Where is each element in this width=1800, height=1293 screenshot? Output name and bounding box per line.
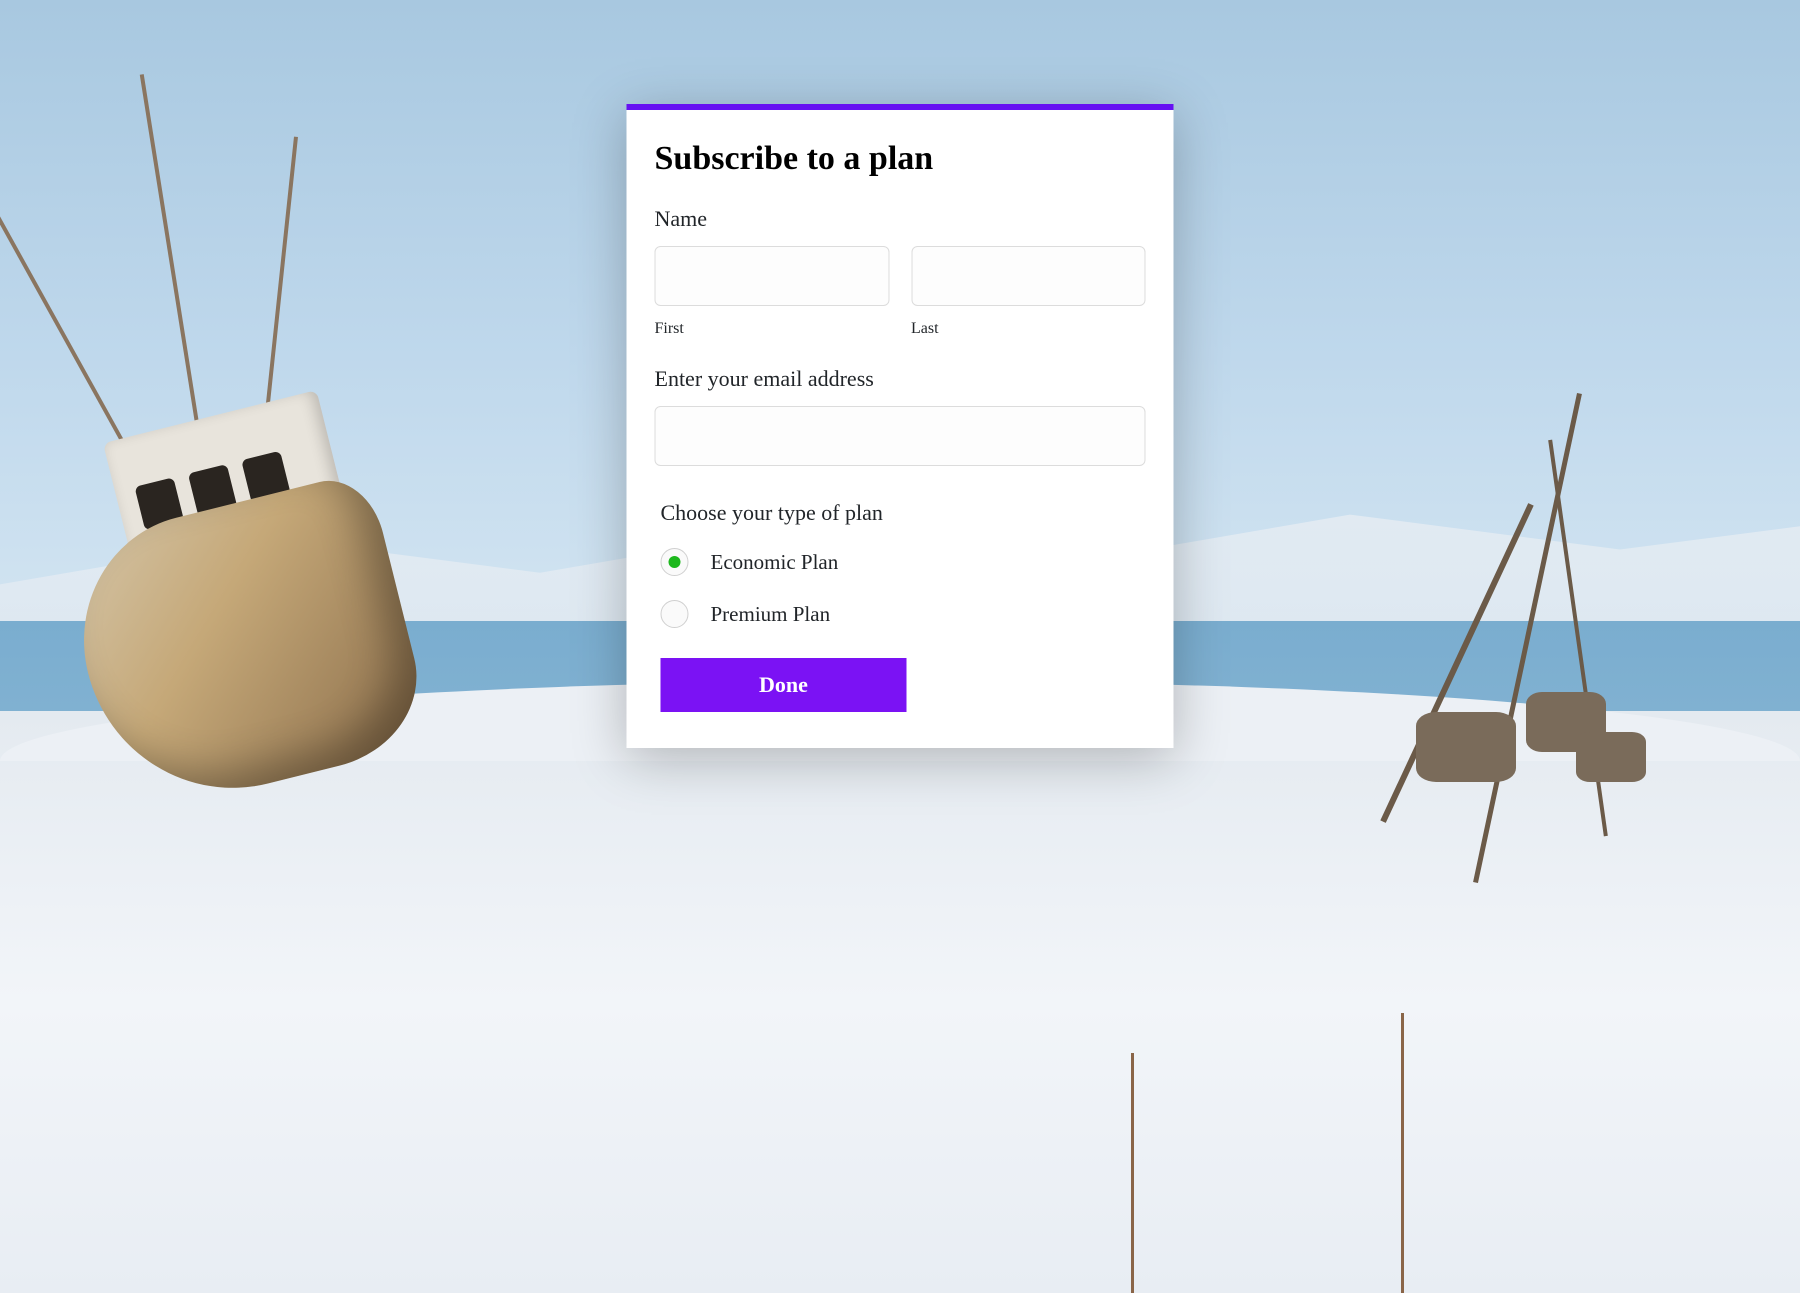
email-input[interactable] — [655, 406, 1146, 466]
radio-indicator-premium — [661, 600, 689, 628]
twig-illustration — [1401, 1013, 1404, 1293]
email-label: Enter your email address — [655, 366, 1146, 392]
radio-label-economic: Economic Plan — [711, 550, 839, 575]
radio-option-economic[interactable]: Economic Plan — [661, 548, 1146, 576]
plan-type-label: Choose your type of plan — [661, 500, 1146, 526]
subscribe-form-card: Subscribe to a plan Name First Last Ente… — [627, 104, 1174, 748]
name-label: Name — [655, 206, 1146, 232]
first-name-sublabel: First — [655, 320, 890, 338]
rocks-illustration — [1306, 672, 1656, 852]
radio-label-premium: Premium Plan — [711, 602, 831, 627]
radio-indicator-economic — [661, 548, 689, 576]
radio-option-premium[interactable]: Premium Plan — [661, 600, 1146, 628]
twig-illustration — [1131, 1053, 1134, 1293]
last-name-sublabel: Last — [911, 320, 1146, 338]
done-button[interactable]: Done — [661, 658, 907, 712]
last-name-input[interactable] — [911, 246, 1146, 306]
form-title: Subscribe to a plan — [655, 140, 1146, 178]
first-name-input[interactable] — [655, 246, 890, 306]
